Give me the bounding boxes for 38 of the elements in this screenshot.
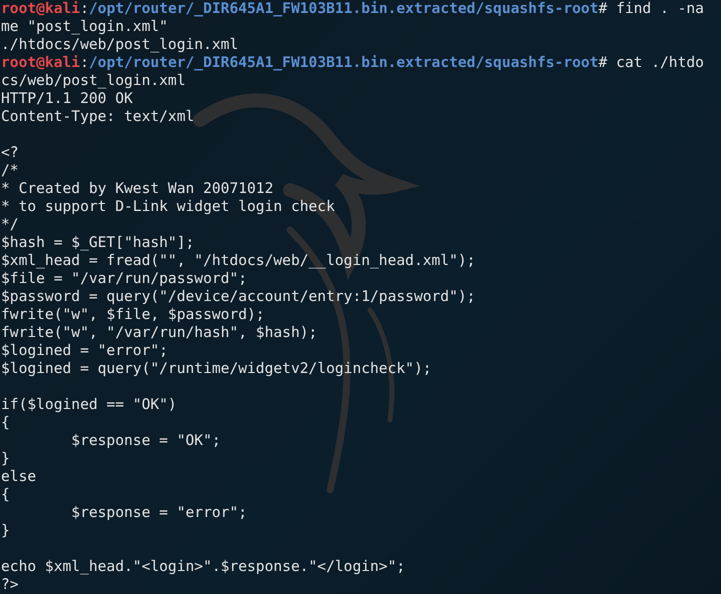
output-line: me "post_login.xml"	[1, 18, 168, 36]
output-line: echo $xml_head."<login>".$response."</login>";	[1, 558, 406, 576]
output-line: fwrite("w", "/var/run/hash", $hash);	[1, 324, 318, 342]
prompt-separator: :	[80, 0, 89, 18]
output-line: $password = query("/device/account/entry:1/password");	[1, 288, 476, 306]
output-line: }	[1, 522, 10, 540]
output-line: HTTP/1.1 200 OK	[1, 90, 133, 108]
output-line: {	[1, 414, 10, 432]
prompt-path: /opt/router/_DIR645A1_FW103B11.bin.extracted/squashfs-root	[88, 0, 598, 18]
output-line: }	[1, 450, 10, 468]
output-line: $file = "/var/run/password";	[1, 270, 248, 288]
output-line: * to support D-Link widget login check	[1, 198, 335, 216]
output-line: $hash = $_GET["hash"];	[1, 234, 194, 252]
output-line: if($logined == "OK")	[1, 396, 177, 414]
prompt-symbol: #	[598, 54, 608, 72]
output-line: Content-Type: text/xml	[1, 108, 194, 126]
output-line: ?>	[1, 576, 19, 594]
output-line: $xml_head = fread("", "/htdocs/web/__login_head.xml");	[1, 252, 476, 270]
output-line: fwrite("w", $file, $password);	[1, 306, 265, 324]
prompt-user: root@kali	[1, 0, 80, 18]
output-line: else	[1, 468, 36, 486]
output-line: cs/web/post_login.xml	[1, 72, 186, 90]
output-line: ./htdocs/web/post_login.xml	[1, 36, 238, 54]
command-text: cat ./htdo	[616, 54, 704, 72]
output-line: $logined = "error";	[1, 342, 168, 360]
prompt-separator: :	[80, 54, 89, 72]
command-text: find . -na	[616, 0, 704, 18]
prompt-user: root@kali	[1, 54, 80, 72]
prompt-path: /opt/router/_DIR645A1_FW103B11.bin.extracted/squashfs-root	[88, 54, 598, 72]
output-line: $response = "error";	[70, 504, 248, 522]
output-line: <?	[1, 144, 19, 162]
output-line: * Created by Kwest Wan 20071012	[1, 180, 274, 198]
output-line: $response = "OK";	[70, 432, 221, 450]
output-line: {	[1, 486, 10, 504]
output-line: /*	[1, 162, 19, 180]
output-line: */	[1, 216, 19, 234]
output-line: $logined = query("/runtime/widgetv2/logincheck");	[1, 360, 432, 378]
prompt-symbol: #	[598, 0, 608, 18]
